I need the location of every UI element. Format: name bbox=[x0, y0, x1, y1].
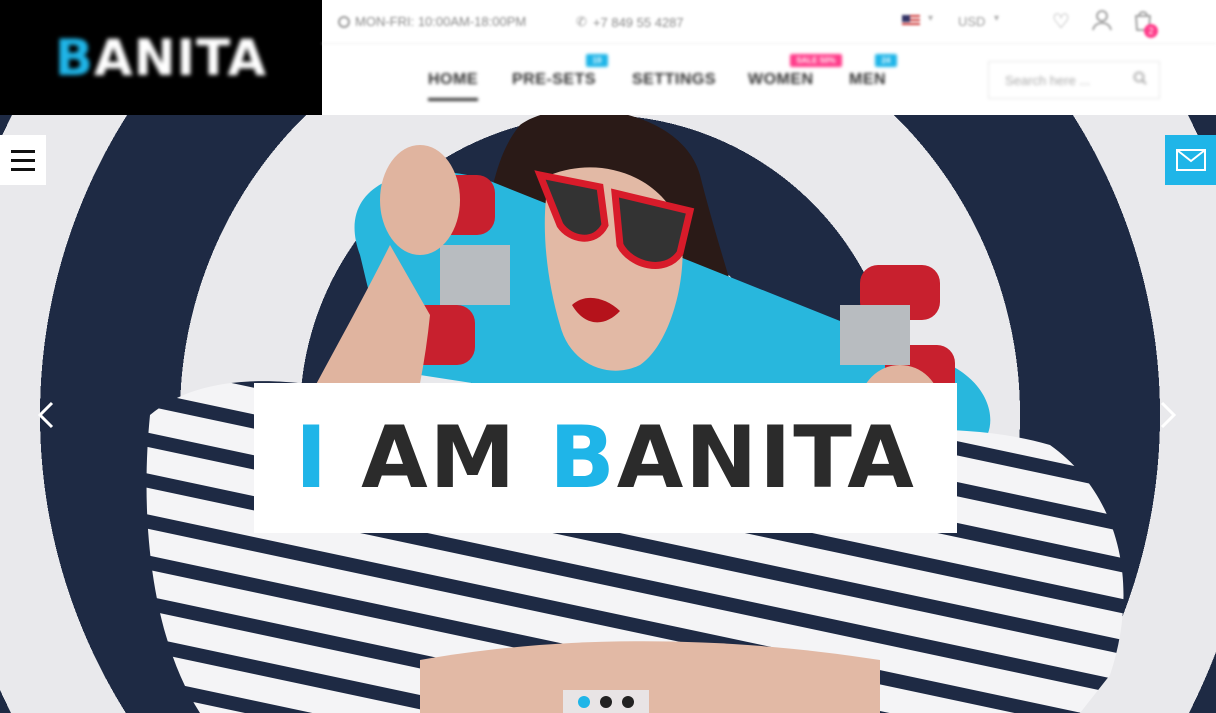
hamburger-line bbox=[11, 158, 35, 162]
slider-next-arrow-icon[interactable] bbox=[1152, 395, 1182, 435]
phone-text: +7 849 55 4287 bbox=[592, 14, 684, 30]
nav-item-women[interactable]: WOMEN bbox=[748, 71, 814, 89]
account-user-icon[interactable] bbox=[1089, 9, 1115, 35]
hamburger-line bbox=[11, 149, 35, 153]
cart-count-badge: 2 bbox=[1144, 24, 1158, 38]
main-navigation: HOME 19 PRE-SETS SETTINGS SALE 50% WOMEN… bbox=[322, 44, 1216, 115]
slider-dot-2[interactable] bbox=[600, 695, 612, 708]
phone-contact[interactable]: ✆ +7 849 55 4287 bbox=[576, 14, 684, 30]
hero-title: I AM BANITA bbox=[295, 408, 916, 508]
clock-icon bbox=[338, 15, 350, 28]
us-flag-icon[interactable] bbox=[902, 15, 920, 27]
hero-slider: I AM BANITA bbox=[0, 115, 1216, 713]
wishlist-heart-icon[interactable]: ♡ bbox=[1048, 9, 1074, 35]
nav-item-settings[interactable]: SETTINGS bbox=[632, 71, 716, 89]
newsletter-button[interactable] bbox=[1165, 135, 1216, 185]
hero-title-rest: ANITA bbox=[616, 408, 916, 508]
search-placeholder: Search here ... bbox=[1005, 72, 1091, 88]
search-input[interactable]: Search here ... bbox=[988, 61, 1160, 99]
slider-dot-1[interactable] bbox=[578, 695, 590, 708]
logo-text: ANITA bbox=[94, 28, 268, 87]
nav-item-home[interactable]: HOME bbox=[428, 71, 478, 101]
chevron-down-icon[interactable]: ▾ bbox=[928, 13, 933, 24]
hours-text: MON-FRI: 10:00AM-18:00PM bbox=[355, 14, 527, 29]
nav-badge-men: 24 bbox=[875, 54, 897, 67]
hamburger-line bbox=[11, 167, 35, 171]
slider-pagination bbox=[563, 690, 649, 713]
envelope-icon bbox=[1175, 149, 1206, 171]
slider-prev-arrow-icon[interactable] bbox=[32, 395, 62, 435]
hero-title-box: I AM BANITA bbox=[254, 383, 957, 533]
side-menu-button[interactable] bbox=[0, 135, 46, 185]
hero-title-am: AM bbox=[329, 408, 550, 508]
nav-badge-women: SALE 50% bbox=[790, 54, 842, 67]
logo-area[interactable]: BANITA bbox=[0, 0, 322, 115]
nav-item-presets[interactable]: PRE-SETS bbox=[512, 71, 596, 89]
nav-badge-presets: 19 bbox=[586, 54, 608, 67]
currency-selector[interactable]: USD bbox=[958, 14, 985, 29]
search-icon[interactable] bbox=[1133, 71, 1147, 85]
logo-letter-b: B bbox=[54, 28, 95, 87]
slider-dot-3[interactable] bbox=[622, 695, 634, 708]
chevron-down-icon[interactable]: ▾ bbox=[994, 13, 999, 24]
top-bar: MON-FRI: 10:00AM-18:00PM ✆ +7 849 55 428… bbox=[322, 0, 1216, 44]
logo[interactable]: BANITA bbox=[55, 29, 267, 87]
nav-item-men[interactable]: MEN bbox=[849, 71, 886, 89]
hero-title-i: I bbox=[295, 408, 330, 508]
hero-title-b: B bbox=[549, 408, 617, 508]
opening-hours: MON-FRI: 10:00AM-18:00PM bbox=[338, 14, 526, 29]
phone-icon: ✆ bbox=[576, 14, 587, 29]
